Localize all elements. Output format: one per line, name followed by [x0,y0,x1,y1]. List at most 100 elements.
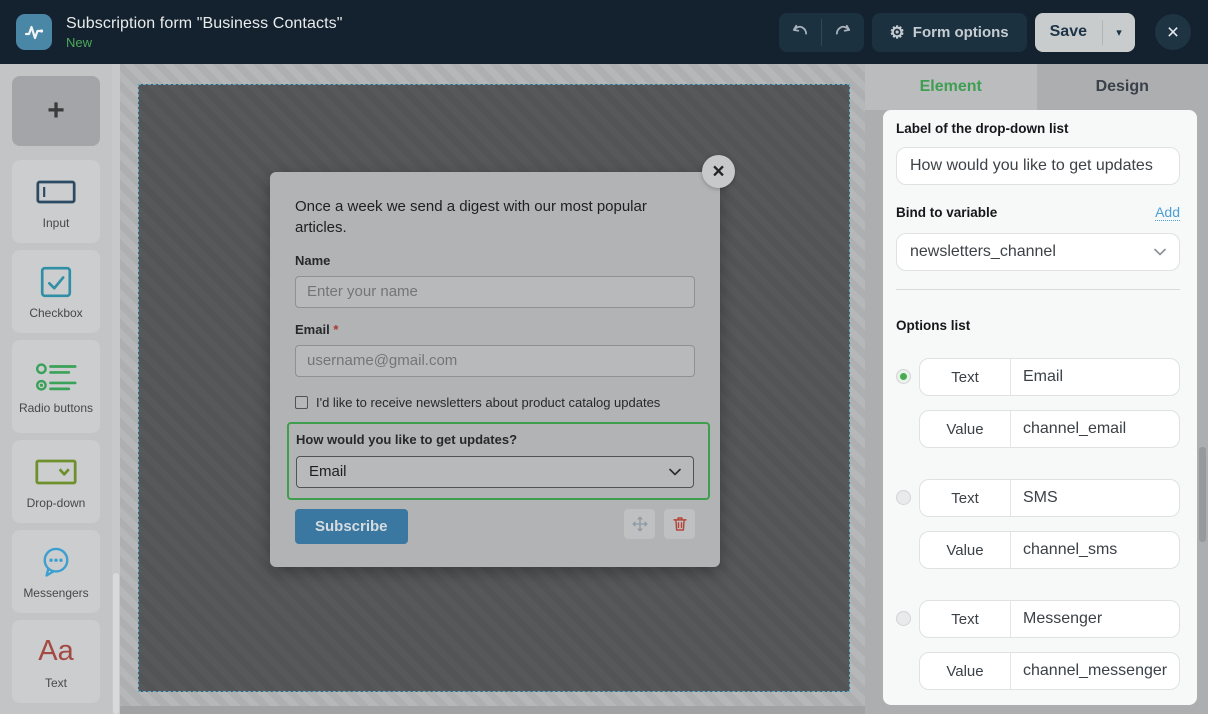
option-text-input[interactable]: Messenger [1011,601,1179,637]
option-value-input[interactable]: channel_sms [1011,532,1179,568]
palette-item-label: Radio buttons [19,401,93,416]
widget-palette: + Input Checkbox [0,64,112,714]
option-text-input[interactable]: SMS [1011,480,1179,516]
palette-item-label: Messengers [23,586,88,601]
updates-channel-select[interactable]: Email [296,456,694,488]
canvas-scroll-track [120,706,865,714]
text-icon: Aa [38,633,73,671]
palette-item-label: Input [43,216,70,231]
subscribe-button[interactable]: Subscribe [295,509,408,544]
options-list-label: Options list [896,318,1180,333]
palette-item-drop-down[interactable]: Drop-down [12,440,100,523]
option-value-row: Value channel_messenger [919,652,1180,690]
option-value-row: Value channel_sms [919,531,1180,569]
form-intro-text[interactable]: Once a week we send a digest with our mo… [295,196,685,239]
palette-item-messengers[interactable]: Messengers [12,530,100,613]
option-rows: Text SMS Value channel_sms [919,479,1180,569]
input-icon [36,173,76,211]
save-button[interactable]: Save [1035,13,1102,52]
palette-item-input[interactable]: Input [12,160,100,243]
add-element-button[interactable]: + [12,76,100,146]
editor-canvas: × Once a week we send a digest with our … [120,64,865,714]
element-settings-card: Label of the drop-down list Bind to vari… [883,110,1197,705]
inspector-tabs: Element Design [865,64,1208,110]
default-option-radio-selected[interactable] [896,369,911,384]
add-variable-link[interactable]: Add [1155,204,1180,221]
form-options-button[interactable]: ⚙ Form options [872,13,1027,52]
element-tools [624,509,695,539]
close-icon: × [712,160,724,184]
checkbox-label: I'd like to receive newsletters about pr… [316,395,660,410]
palette-item-checkbox[interactable]: Checkbox [12,250,100,333]
selected-dropdown-element[interactable]: How would you like to get updates? Email [287,422,710,500]
option-value-input[interactable]: channel_messenger [1011,653,1179,689]
dropdown-label-field-label: Label of the drop-down list [896,121,1180,136]
palette-item-radio-buttons[interactable]: Radio buttons [12,340,100,433]
move-icon [631,515,649,533]
bind-variable-row: Bind to variable Add [896,204,1180,221]
name-input[interactable] [295,276,695,308]
popup-close-button[interactable]: × [702,155,735,188]
checkbox-unchecked[interactable] [295,396,308,409]
status-badge: New [66,35,343,50]
palette-item-text[interactable]: Aa Text [12,620,100,703]
option-text-row: Text Email [919,358,1180,396]
chevron-down-icon [1154,248,1166,256]
text-key-label: Text [920,601,1011,637]
chevron-down-icon [669,468,681,476]
value-key-label: Value [920,411,1011,447]
app-logo[interactable] [16,14,52,50]
palette-scrollbar-thumb[interactable] [113,573,119,714]
bind-variable-label: Bind to variable [896,205,997,220]
option-group-messenger: Text Messenger Value channel_messenger [896,600,1180,690]
undo-button[interactable] [779,13,821,52]
default-option-radio[interactable] [896,611,911,626]
main-area: + Input Checkbox [0,64,1208,714]
palette-item-label: Text [45,676,67,691]
option-rows: Text Email Value channel_email [919,358,1180,448]
tab-element[interactable]: Element [865,64,1037,110]
option-group-sms: Text SMS Value channel_sms [896,479,1180,569]
option-text-input[interactable]: Email [1011,359,1179,395]
caret-down-icon: ▾ [1116,26,1122,39]
dropdown-element-label: How would you like to get updates? [296,432,694,447]
inspector-panel: Element Design Label of the drop-down li… [865,64,1208,714]
trash-icon [671,515,689,533]
redo-button[interactable] [822,13,864,52]
plus-icon: + [47,96,65,126]
redo-icon [833,22,853,42]
option-rows: Text Messenger Value channel_messenger [919,600,1180,690]
variable-select-value: newsletters_channel [910,243,1056,261]
inspector-scrollbar-thumb[interactable] [1199,447,1206,542]
close-editor-button[interactable]: × [1155,14,1191,50]
option-value-input[interactable]: channel_email [1011,411,1179,447]
radio-column [896,358,911,448]
undo-icon [790,22,810,42]
dropdown-label-input[interactable] [896,147,1180,185]
close-icon: × [1167,22,1179,43]
delete-element-button[interactable] [664,509,695,539]
email-input[interactable] [295,345,695,377]
save-menu-button[interactable]: ▾ [1103,13,1135,52]
value-key-label: Value [920,532,1011,568]
radio-column [896,479,911,569]
name-field-label[interactable]: Name [295,253,695,268]
move-element-button[interactable] [624,509,655,539]
save-split-button: Save ▾ [1035,13,1135,52]
form-options-label: Form options [913,24,1009,41]
radio-buttons-icon [35,358,77,396]
form-preview-popup: × Once a week we send a digest with our … [270,172,720,567]
subscribe-label: Subscribe [315,518,388,535]
variable-select[interactable]: newsletters_channel [896,233,1180,271]
tab-design[interactable]: Design [1037,64,1208,110]
email-field-label[interactable]: Email * [295,322,695,337]
select-value: Email [309,463,347,480]
palette-item-label: Checkbox [29,306,82,321]
option-text-row: Text Messenger [919,600,1180,638]
pulse-icon [22,20,46,44]
default-option-radio[interactable] [896,490,911,505]
newsletter-checkbox-row[interactable]: I'd like to receive newsletters about pr… [295,395,695,410]
email-label-text: Email [295,322,330,337]
title-block: Subscription form "Business Contacts" Ne… [66,15,343,50]
topbar: Subscription form "Business Contacts" Ne… [0,0,1208,64]
